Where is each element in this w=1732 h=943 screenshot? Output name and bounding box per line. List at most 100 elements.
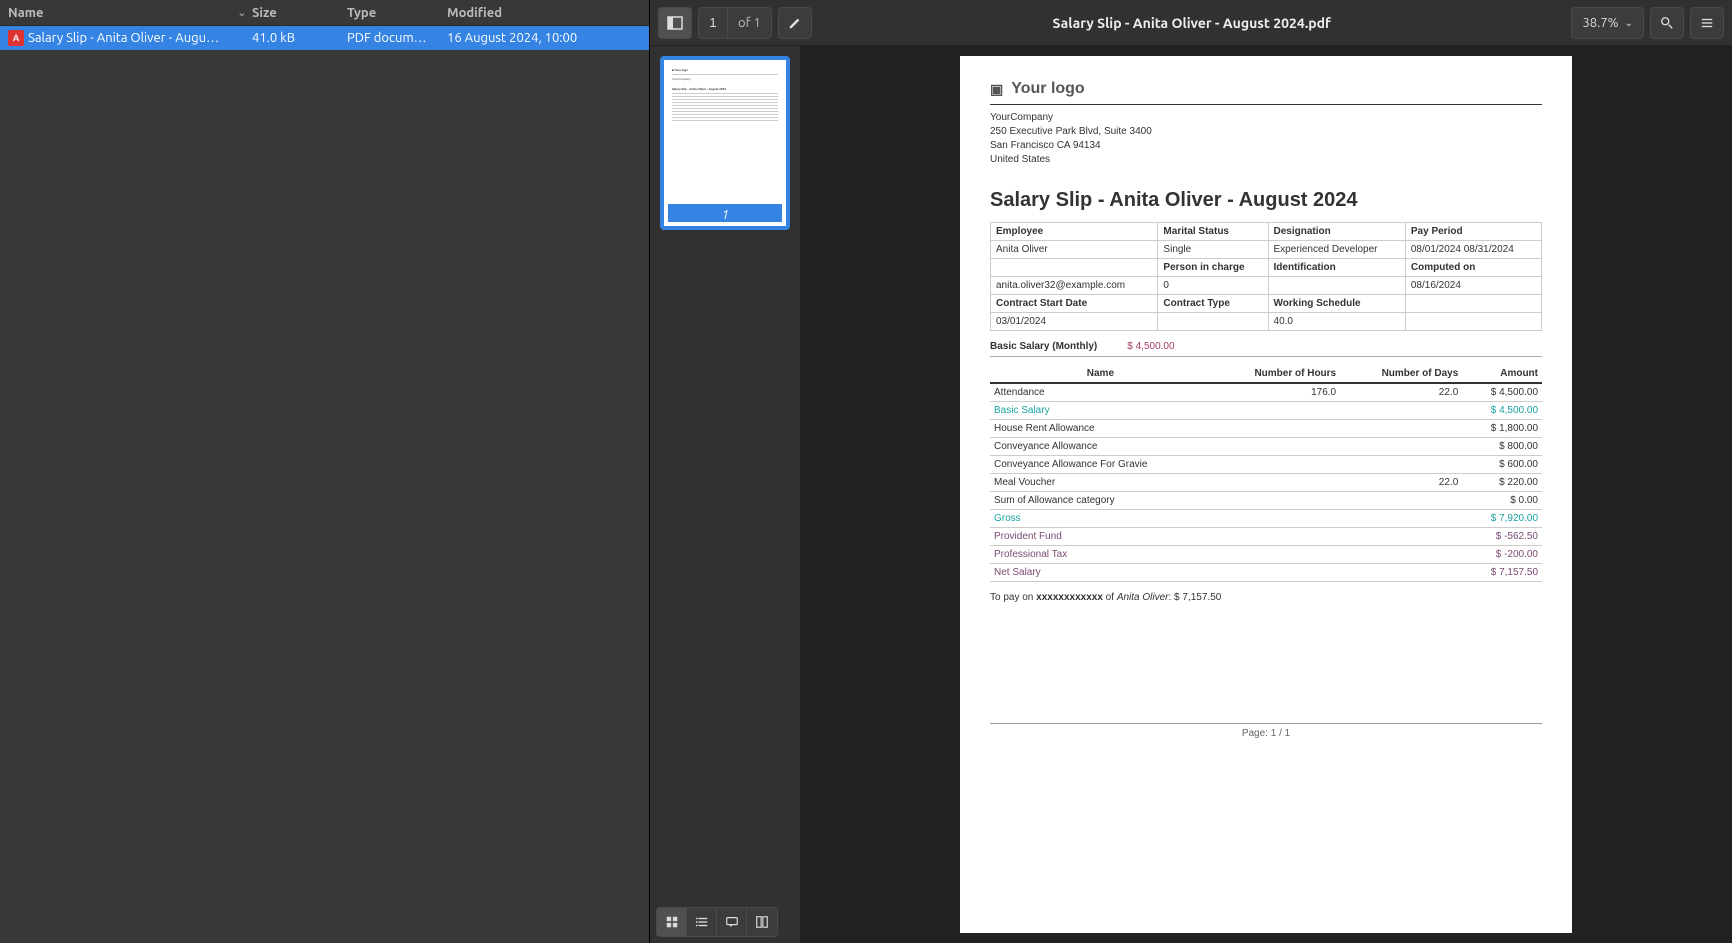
col-header-size[interactable]: Size [252,6,347,20]
line-hours [1211,546,1340,564]
line-days [1340,492,1462,510]
hd-marital: Marital Status [1158,223,1268,241]
view-bookmarks-button[interactable] [747,908,777,936]
company-addr1: 250 Executive Park Blvd, Suite 3400 [990,125,1542,139]
pay-name: Anita Oliver [1117,592,1169,603]
val-employee: Anita Oliver [991,241,1158,259]
th-hours: Number of Hours [1211,365,1340,383]
line-name: Provident Fund [990,528,1211,546]
line-name: Professional Tax [990,546,1211,564]
val-identification [1268,277,1405,295]
file-list-panel: Name ⌄ Size Type Modified A Salary Slip … [0,0,649,943]
hd-identification: Identification [1268,259,1405,277]
pdf-viewer: of 1 Salary Slip - Anita Oliver - August… [649,0,1732,943]
view-thumbnails-button[interactable] [657,908,687,936]
camera-icon: ▣ [990,81,1003,98]
salary-line-row: Attendance176.022.0$ 4,500.00 [990,383,1542,402]
search-icon [1660,16,1674,30]
zoom-dropdown[interactable]: 38.7% ⌄ [1571,7,1644,39]
line-name: House Rent Allowance [990,420,1211,438]
document-title: Salary Slip - Anita Oliver - August 2024… [818,15,1566,31]
val-person: 0 [1158,277,1268,295]
line-amount: $ -200.00 [1462,546,1542,564]
line-hours [1211,474,1340,492]
line-days [1340,420,1462,438]
hd-cstart: Contract Start Date [991,295,1158,313]
line-amount: $ 1,800.00 [1462,420,1542,438]
search-button[interactable] [1650,7,1684,39]
line-name: Attendance [990,383,1211,402]
salary-line-row: Sum of Allowance category$ 0.00 [990,492,1542,510]
pdf-toolbar: of 1 Salary Slip - Anita Oliver - August… [650,0,1732,46]
col-header-size-label: Size [252,6,277,20]
salary-lines-table: Name Number of Hours Number of Days Amou… [990,365,1542,582]
val-cstart: 03/01/2024 [991,313,1158,331]
line-days [1340,402,1462,420]
line-hours [1211,438,1340,456]
line-hours [1211,564,1340,582]
line-amount: $ 0.00 [1462,492,1542,510]
line-days [1340,528,1462,546]
hd-blank2 [1405,295,1541,313]
th-name: Name [990,365,1211,383]
pay-prefix: To pay on [990,592,1036,603]
col-header-modified[interactable]: Modified [447,6,649,20]
page-number-footer: Page: 1 / 1 [990,723,1542,739]
val-designation: Experienced Developer [1268,241,1405,259]
line-days: 22.0 [1340,383,1462,402]
document-heading: Salary Slip - Anita Oliver - August 2024 [990,189,1542,212]
list-icon [695,915,709,929]
val-email: anita.oliver32@example.com [991,277,1158,295]
menu-button[interactable] [1690,7,1724,39]
toggle-sidebar-button[interactable] [658,7,692,39]
line-days [1340,456,1462,474]
pencil-icon [788,16,802,30]
line-name: Conveyance Allowance For Gravie [990,456,1211,474]
salary-line-row: Conveyance Allowance For Gravie$ 600.00 [990,456,1542,474]
col-header-type[interactable]: Type [347,6,447,20]
file-size: 41.0 kB [252,31,347,45]
chevron-down-icon: ⌄ [1625,17,1633,29]
line-name: Conveyance Allowance [990,438,1211,456]
zoom-value: 38.7% [1582,16,1618,30]
col-header-name-label: Name [8,6,43,20]
view-outline-button[interactable] [687,908,717,936]
annotate-button[interactable] [778,7,812,39]
file-type: PDF docum… [347,31,447,45]
company-name: YourCompany [990,111,1542,125]
line-days [1340,510,1462,528]
line-hours [1211,456,1340,474]
hd-ctype: Contract Type [1158,295,1268,313]
pay-amount: : $ 7,157.50 [1169,592,1222,603]
col-header-modified-label: Modified [447,6,502,20]
company-addr2: San Francisco CA 94134 [990,139,1542,153]
col-header-name[interactable]: Name ⌄ [0,6,252,20]
salary-line-row: Professional Tax $ -200.00 [990,546,1542,564]
val-computed: 08/16/2024 [1405,277,1541,295]
file-list-header: Name ⌄ Size Type Modified [0,0,649,26]
view-annotations-button[interactable] [717,908,747,936]
val-marital: Single [1158,241,1268,259]
page-thumbnail[interactable]: ■ Your logo YourCompany Salary Slip - An… [660,56,790,230]
val-period: 08/01/2024 08/31/2024 [1405,241,1541,259]
line-hours [1211,528,1340,546]
line-hours [1211,420,1340,438]
salary-line-row: Meal Voucher22.0$ 220.00 [990,474,1542,492]
pdf-content-area: ■ Your logo YourCompany Salary Slip - An… [650,46,1732,943]
page-canvas[interactable]: ▣ Your logo YourCompany 250 Executive Pa… [800,46,1732,943]
page-number-input[interactable] [699,8,727,38]
line-hours [1211,510,1340,528]
hd-computed: Computed on [1405,259,1541,277]
basic-salary-row: Basic Salary (Monthly) $ 4,500.00 [990,341,1542,357]
file-row[interactable]: A Salary Slip - Anita Oliver - Augu… 41.… [0,26,649,50]
line-name: Meal Voucher [990,474,1211,492]
sort-indicator-icon: ⌄ [238,7,246,19]
line-amount: $ 4,500.00 [1462,383,1542,402]
grid-icon [665,915,679,929]
line-name: Net Salary [990,564,1211,582]
pay-instruction: To pay on xxxxxxxxxxxx of Anita Oliver: … [990,592,1542,603]
val-schedule: 40.0 [1268,313,1405,331]
thumbnail-preview: ■ Your logo YourCompany Salary Slip - An… [668,64,782,204]
salary-line-row: Gross$ 7,920.00 [990,510,1542,528]
line-hours: 176.0 [1211,383,1340,402]
